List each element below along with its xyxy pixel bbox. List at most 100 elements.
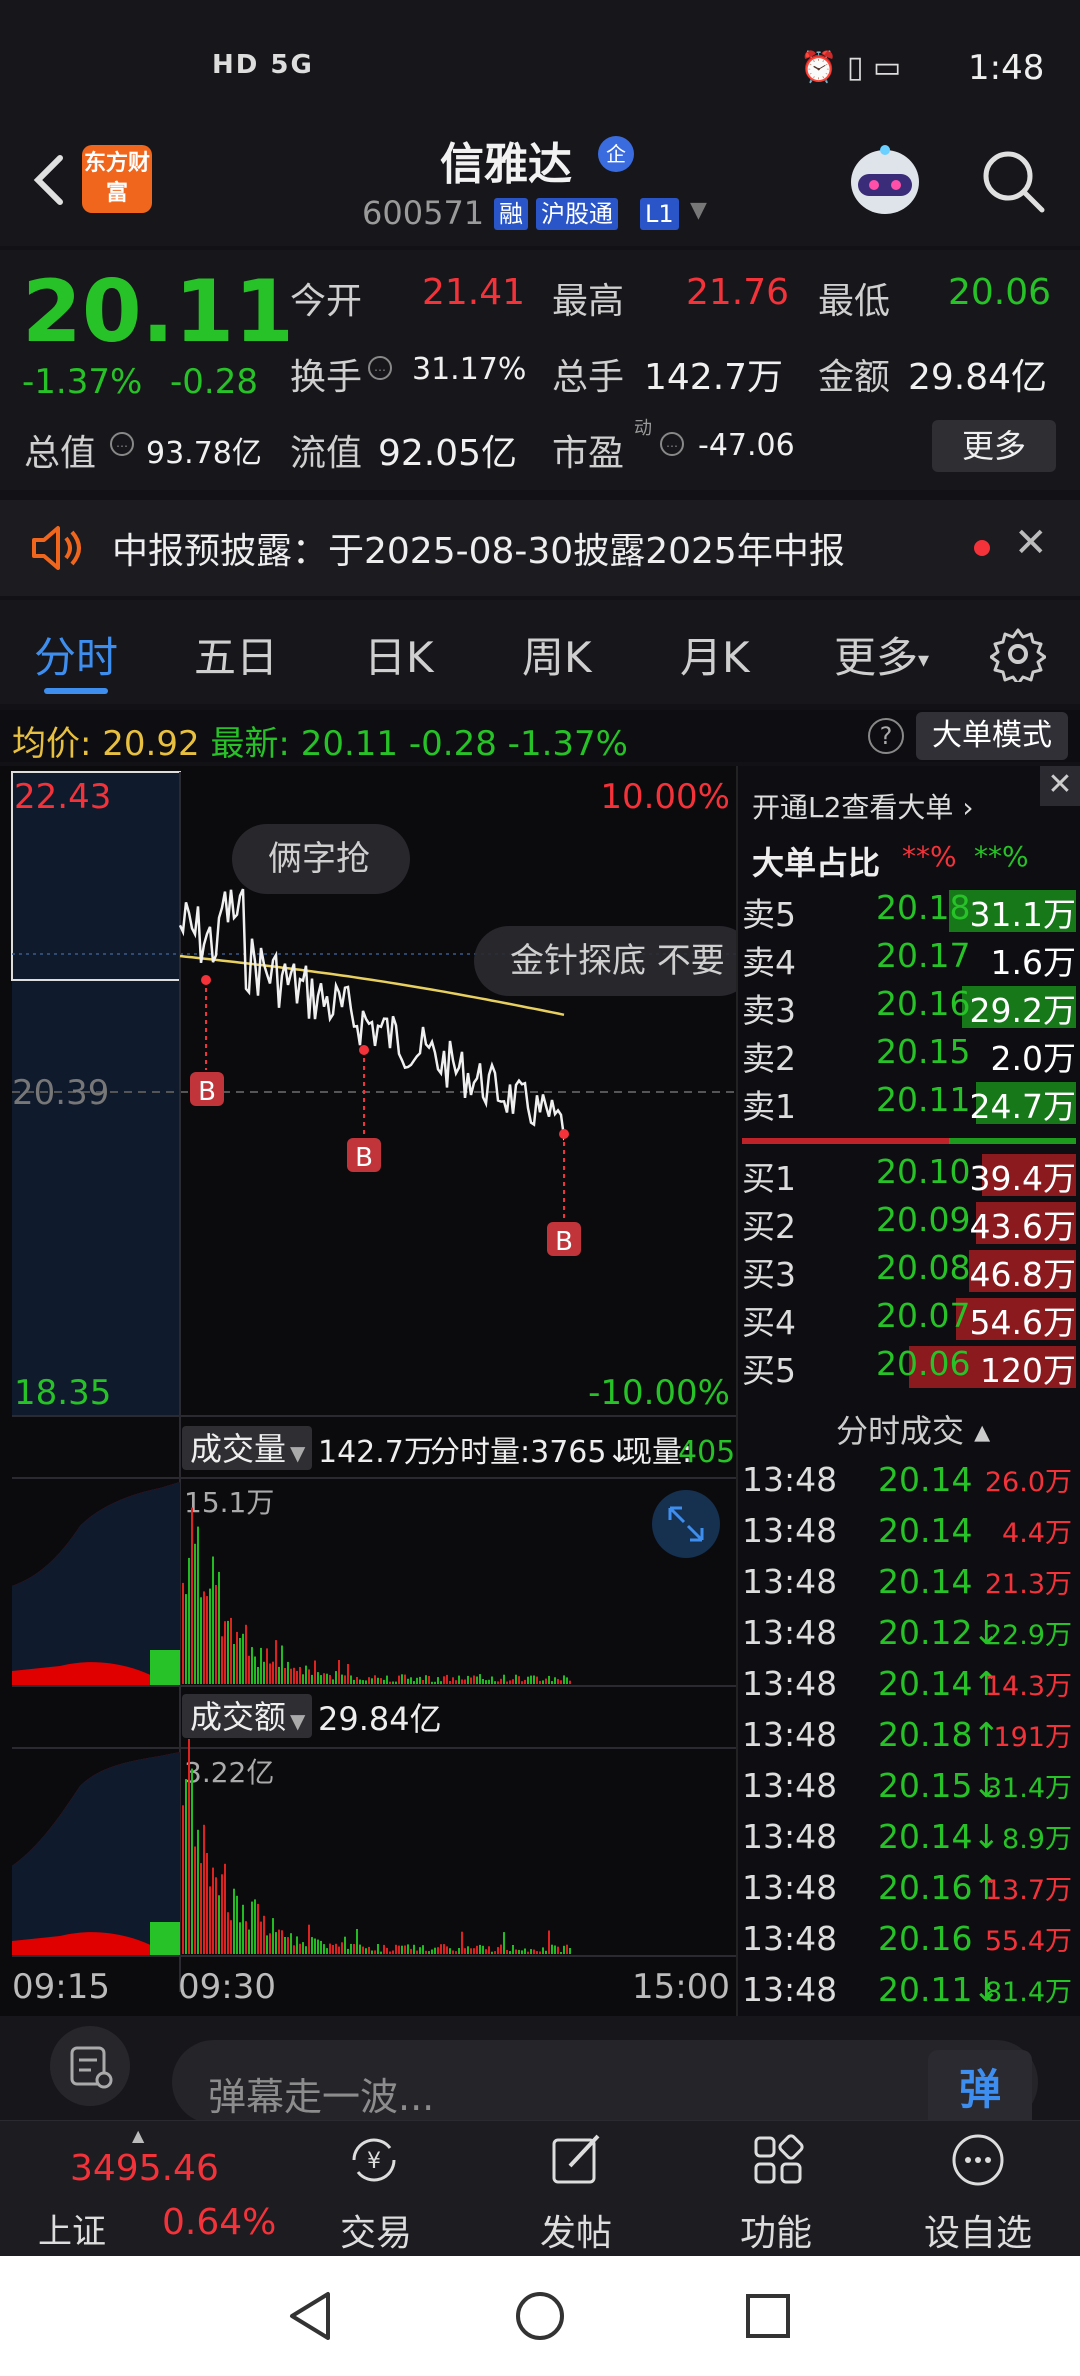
buy-marker[interactable]: B (347, 1045, 381, 1173)
big-order-ratio-label: 大单占比 (752, 844, 881, 882)
chart-canvas[interactable]: 22.43 20.39 18.35 10.00% -10.00% 俩字抢 金针探… (0, 766, 736, 2016)
trade-icon[interactable]: ¥ (344, 2130, 404, 2190)
volume-bar (467, 1675, 469, 1684)
trade-time: 13:48 (742, 1562, 838, 1601)
back-nav-icon[interactable] (282, 2286, 342, 2346)
volume-bar (545, 1678, 547, 1684)
close-icon[interactable]: ✕ (1014, 520, 1048, 566)
amount-label: 金额 (818, 357, 891, 398)
search-icon[interactable] (978, 146, 1048, 216)
volume-bar (203, 1824, 205, 1954)
volume-bar (374, 1950, 376, 1954)
post-icon[interactable] (546, 2130, 606, 2190)
app-logo[interactable]: 东方财富 (82, 145, 152, 213)
volume-bar (326, 1673, 328, 1684)
volume-bar (515, 1674, 517, 1684)
buy-marker[interactable]: B (547, 1129, 581, 1257)
danmu-list-icon[interactable] (50, 2026, 130, 2106)
volume-bar (299, 1667, 301, 1684)
volume-bar (194, 1543, 196, 1684)
trade-time: 13:48 (742, 1919, 838, 1958)
volume-bar (206, 1596, 208, 1684)
expand-button[interactable] (652, 1490, 720, 1558)
amount-label: 成交额 (190, 1698, 286, 1736)
level2-upgrade-link[interactable]: 开通L2查看大单 › (752, 786, 974, 826)
volume-bar (377, 1677, 379, 1684)
robot-assistant-icon[interactable] (840, 140, 930, 224)
gear-icon[interactable] (990, 626, 1046, 682)
index-change[interactable]: 0.64% (162, 2202, 276, 2243)
level-price: 20.17 (876, 936, 971, 975)
more-button[interactable]: 更多 (932, 420, 1056, 472)
volume-bar (209, 1886, 211, 1954)
volume-bar (341, 1942, 343, 1954)
big-order-mode-button[interactable]: 大单模式 (916, 712, 1068, 760)
trade-row: 13:48 20.14 21.3万 (742, 1562, 1076, 1612)
recents-nav-icon[interactable] (738, 2286, 798, 2346)
volume-bar (464, 1679, 466, 1684)
volume-bar (245, 1921, 247, 1954)
volume-bar (428, 1676, 430, 1684)
volume-bar (518, 1949, 520, 1954)
volume-bar (254, 1899, 256, 1954)
volume-bar (401, 1945, 403, 1954)
back-icon[interactable] (22, 150, 82, 210)
trade-row: 13:48 20.14↑ 14.3万 (742, 1664, 1076, 1714)
volume-bar (443, 1944, 445, 1954)
chevron-down-icon[interactable]: ▼ (690, 198, 707, 223)
avg-value: 20.92 (102, 724, 200, 764)
volume-bar (446, 1674, 448, 1684)
trade-time: 13:48 (742, 1715, 838, 1754)
volume-bar (515, 1949, 517, 1954)
danmu-send-button[interactable]: 弹 (928, 2050, 1032, 2130)
tab-monthly-k[interactable]: 月K (680, 624, 750, 685)
index-value[interactable]: 3495.46 (70, 2148, 219, 2189)
volume-bar (338, 1660, 340, 1684)
tab-intraday[interactable]: 分时 (34, 624, 118, 685)
volume-bar (257, 1903, 259, 1954)
volume-bar (293, 1667, 295, 1684)
nav-add-watchlist[interactable]: 设自选 (924, 2204, 1032, 2256)
volume-bar (245, 1624, 247, 1684)
trade-volume: 13.7万 (984, 1875, 1072, 1906)
latest-label: 最新: (210, 724, 290, 764)
volume-bar (350, 1675, 352, 1684)
info-icon[interactable]: … (660, 432, 684, 456)
market-cap-value: 93.78亿 (146, 436, 262, 471)
buy-marker[interactable]: B (190, 975, 224, 1107)
home-nav-icon[interactable] (510, 2286, 570, 2346)
tab-more[interactable]: 更多▾ (834, 624, 929, 685)
tab-weekly-k[interactable]: 周K (522, 624, 592, 685)
volume-bar (344, 1675, 346, 1684)
level-price: 20.06 (876, 1344, 971, 1383)
volume-bar (476, 1945, 478, 1954)
trade-time: 13:48 (742, 1664, 838, 1703)
volume-bar (224, 1621, 226, 1684)
volume-bar (185, 1594, 187, 1684)
info-icon[interactable]: … (368, 356, 392, 380)
volume-bar (302, 1942, 304, 1954)
trades-header[interactable]: 分时成交 ▴ (836, 1406, 990, 1452)
tab-daily-k[interactable]: 日K (364, 624, 434, 685)
trade-volume: 55.4万 (984, 1926, 1072, 1957)
index-name[interactable]: 上证 (38, 2204, 106, 2253)
volume-bar (503, 1674, 505, 1684)
functions-icon[interactable] (748, 2130, 808, 2190)
volume-bar (353, 1944, 355, 1954)
nav-post[interactable]: 发帖 (540, 2204, 612, 2256)
info-icon[interactable]: … (110, 432, 134, 456)
level-label: 卖1 (742, 1087, 796, 1126)
close-icon[interactable]: ✕ (1040, 766, 1080, 806)
volume-bar (422, 1945, 424, 1954)
help-icon[interactable]: ? (868, 718, 904, 754)
volume-bar (506, 1949, 508, 1954)
more-dots-icon[interactable] (948, 2130, 1008, 2190)
nav-functions[interactable]: 功能 (740, 2204, 812, 2256)
volume-bar (341, 1674, 343, 1684)
nav-trade[interactable]: 交易 (340, 2204, 412, 2256)
volume-bar (323, 1944, 325, 1954)
bid-level-row: 买3 20.08 46.8万 (742, 1248, 1076, 1294)
bid-level-row: 买4 20.07 54.6万 (742, 1296, 1076, 1342)
trade-row: 13:48 20.18↑ 191万 (742, 1715, 1076, 1765)
tab-five-day[interactable]: 五日 (194, 624, 278, 685)
